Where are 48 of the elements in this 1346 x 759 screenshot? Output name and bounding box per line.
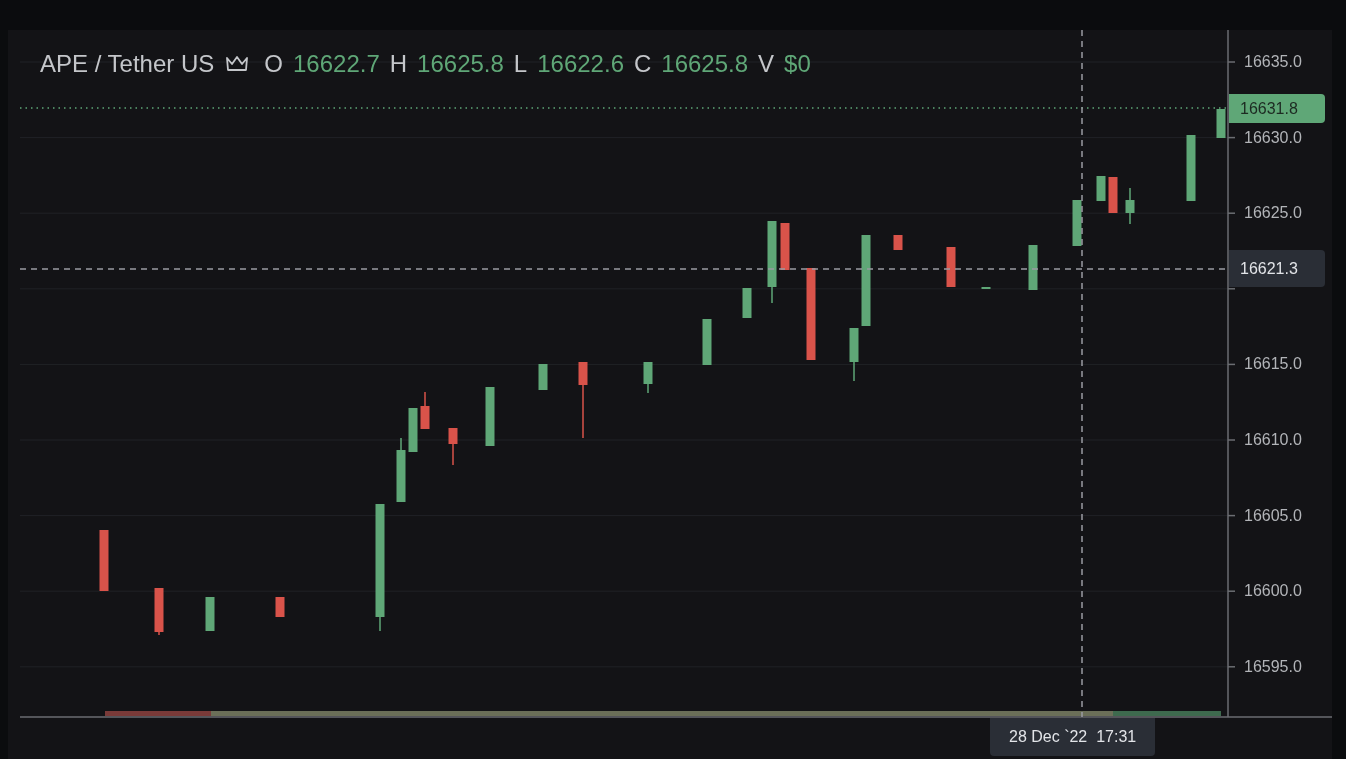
candle xyxy=(538,363,548,391)
ohlcv-label: O xyxy=(264,49,283,79)
candle xyxy=(1096,175,1106,202)
symbol-title: APE / Tether US xyxy=(40,49,215,79)
ohlcv-value: 16622.7 xyxy=(293,49,380,79)
ohlcv-label: H xyxy=(389,49,408,79)
candle xyxy=(702,318,712,366)
crown-icon xyxy=(224,54,251,74)
candle xyxy=(420,391,430,430)
crosshair-price-badge: 16621.3 xyxy=(1229,250,1325,287)
candle xyxy=(742,287,752,319)
price-axis-label: 16610.0 xyxy=(1244,430,1302,450)
candle xyxy=(1186,134,1196,202)
crosshair-time-badge: 28 Dec `22 17:31 xyxy=(990,718,1156,756)
ohlcv-value: 16625.8 xyxy=(661,49,749,79)
ohlcv-value: 16622.6 xyxy=(537,49,624,79)
price-axis-label: 16630.0 xyxy=(1244,127,1302,148)
candle xyxy=(485,386,495,447)
candle xyxy=(1028,244,1038,291)
ohlcv-value: $0 xyxy=(784,49,811,79)
price-axis-label: 16605.0 xyxy=(1244,505,1302,526)
candle xyxy=(275,596,285,618)
candle xyxy=(408,407,418,453)
candle xyxy=(1125,187,1135,225)
last-price-badge: 16631.8 xyxy=(1229,94,1325,123)
ohlcv-label: V xyxy=(758,49,775,79)
price-axis-label: 16625.0 xyxy=(1244,203,1302,224)
candle xyxy=(1108,176,1118,214)
candle xyxy=(893,234,903,251)
candle xyxy=(643,361,653,394)
ohlcv-label: L xyxy=(513,49,528,79)
candle xyxy=(154,587,164,636)
candle xyxy=(946,246,956,288)
candle xyxy=(849,327,859,382)
ohlcv-label: C xyxy=(634,49,652,79)
candle xyxy=(780,222,790,271)
candle xyxy=(99,529,109,592)
price-axis-label: 16635.0 xyxy=(1244,52,1302,72)
candle xyxy=(396,437,406,503)
price-axis-label: 16595.0 xyxy=(1244,656,1302,677)
price-axis-label: 16600.0 xyxy=(1244,581,1302,602)
candle xyxy=(981,286,991,290)
ohlcv-value: 16625.8 xyxy=(417,49,504,79)
candle xyxy=(205,596,215,632)
candle xyxy=(1216,108,1226,139)
candle xyxy=(448,427,458,466)
candle xyxy=(1072,199,1082,247)
price-axis-label: 16615.0 xyxy=(1244,354,1302,375)
